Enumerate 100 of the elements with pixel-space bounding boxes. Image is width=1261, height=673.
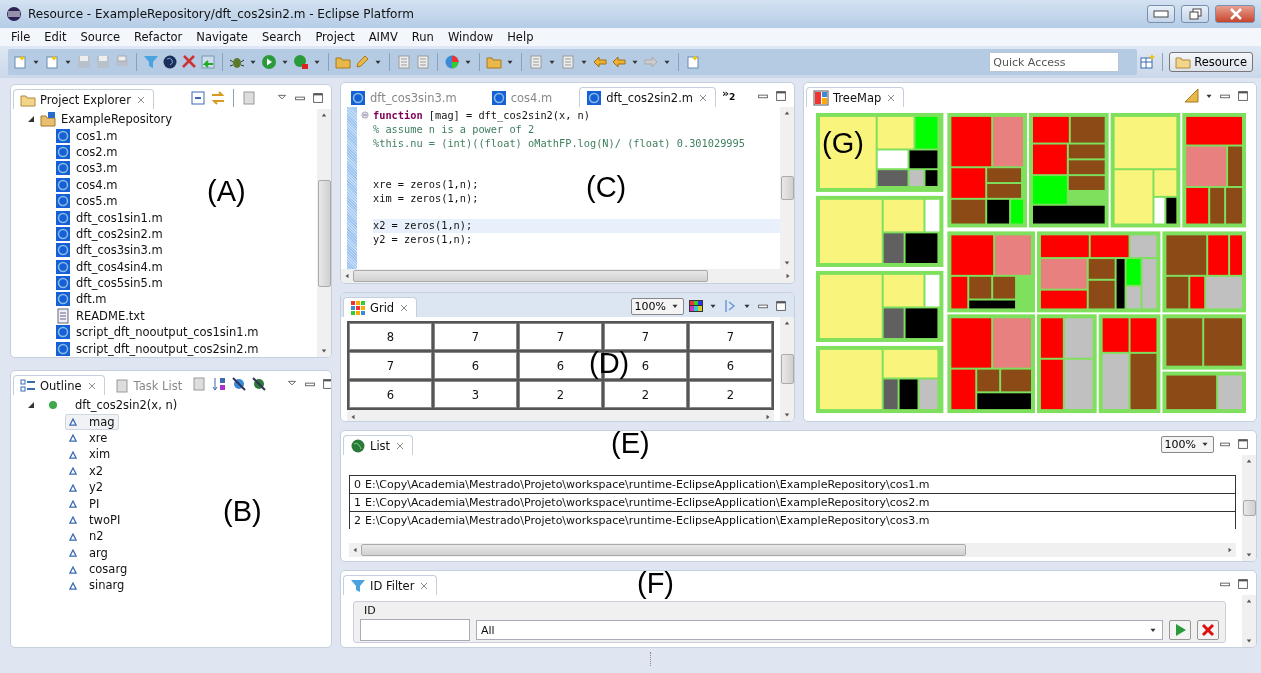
- expanded-arrow-icon[interactable]: [27, 401, 35, 410]
- tree-item[interactable]: dft_cos2sin2(x, n): [75, 398, 178, 413]
- document-icon[interactable]: [415, 54, 431, 70]
- variable-item[interactable]: x2: [65, 462, 108, 479]
- category-dropdown[interactable]: All: [476, 620, 1163, 640]
- maximize-icon[interactable]: [1236, 89, 1250, 103]
- fold-icon[interactable]: [360, 110, 370, 120]
- tree-item[interactable]: ExampleRepository: [61, 112, 173, 127]
- menu-item[interactable]: Help: [500, 30, 541, 44]
- menu-item[interactable]: AIMV: [361, 30, 405, 44]
- vertical-scrollbar[interactable]: [780, 107, 794, 269]
- tree-item[interactable]: dft_cos5sin5.m: [76, 276, 163, 291]
- close-button[interactable]: [1215, 5, 1255, 23]
- menu-item[interactable]: Edit: [37, 30, 74, 44]
- maximize-icon[interactable]: [1236, 437, 1250, 451]
- link-editor-icon[interactable]: [210, 90, 226, 106]
- tree-item[interactable]: dft_cos3sin3.m: [76, 243, 163, 258]
- vertical-scrollbar[interactable]: [1242, 595, 1256, 647]
- tree-item[interactable]: cos1.m: [76, 128, 118, 143]
- open-perspective-icon[interactable]: [1140, 54, 1157, 70]
- hide-static-icon[interactable]: [251, 376, 268, 392]
- view-tab[interactable]: Project Explorer: [13, 89, 154, 109]
- variable-item[interactable]: xre: [65, 429, 112, 446]
- variable-item[interactable]: y2: [65, 479, 108, 496]
- menu-item[interactable]: Window: [440, 30, 501, 44]
- variable-item[interactable]: cosarg: [65, 561, 132, 578]
- maximize-icon[interactable]: [774, 299, 788, 313]
- tree-item[interactable]: README.txt: [76, 308, 145, 323]
- zoom-dropdown[interactable]: 100%: [1160, 435, 1214, 453]
- horizontal-scrollbar[interactable]: [347, 410, 774, 421]
- variable-item[interactable]: arg: [65, 544, 112, 561]
- tree-item[interactable]: dft.m: [76, 292, 107, 307]
- tree-item[interactable]: dft_cos2sin2.m: [76, 226, 163, 241]
- ruler-icon[interactable]: [1184, 88, 1200, 104]
- tree-item[interactable]: dft_cos1sin1.m: [76, 210, 163, 225]
- tree-item[interactable]: script_dft_nooutput_cos2sin2.m: [76, 341, 259, 356]
- menu-item[interactable]: Source: [73, 30, 128, 44]
- view-tab[interactable]: TreeMap: [806, 87, 905, 107]
- tree-item[interactable]: cos5.m: [76, 194, 118, 209]
- scrollbar-thumb[interactable]: [361, 544, 967, 556]
- editor-tab[interactable]: dft_cos3sin3.m: [343, 87, 464, 107]
- maximize-icon[interactable]: [311, 91, 325, 105]
- import-icon[interactable]: [200, 54, 216, 70]
- tree-item[interactable]: cos3.m: [76, 161, 118, 176]
- more-tabs-button[interactable]: »$_{2}$: [722, 87, 736, 103]
- play-icon[interactable]: [261, 54, 277, 70]
- variable-item[interactable]: sinarg: [65, 577, 129, 594]
- apply-button[interactable]: [1169, 620, 1191, 640]
- quick-access-field[interactable]: Quick Access: [989, 52, 1120, 72]
- list-row[interactable]: 1 E:\Copy\Academia\Mestrado\Projeto\workspace\runtime-EclipseApplication\ExampleRepository\cos2.m: [349, 493, 1236, 511]
- menu-item[interactable]: Run: [404, 30, 441, 44]
- editor-tab[interactable]: dft_cos2sin2.m: [579, 87, 716, 107]
- run-tool-icon[interactable]: [293, 54, 309, 70]
- variable-item[interactable]: mag: [65, 413, 119, 430]
- scrollbar-thumb[interactable]: [780, 176, 794, 200]
- vertical-scrollbar[interactable]: [1242, 455, 1256, 561]
- vertical-scrollbar[interactable]: [780, 317, 794, 421]
- variable-item[interactable]: xim: [65, 446, 115, 463]
- menu-item[interactable]: Refactor: [127, 30, 190, 44]
- tree-item[interactable]: cos2.m: [76, 144, 118, 159]
- scrollbar-thumb[interactable]: [1242, 500, 1256, 516]
- horizontal-scrollbar[interactable]: [341, 269, 794, 283]
- vertical-scrollbar[interactable]: [317, 109, 331, 357]
- palette-icon[interactable]: [688, 298, 704, 314]
- view-tab[interactable]: List: [343, 435, 414, 455]
- view-tab[interactable]: ID Filter: [343, 575, 438, 595]
- view-tab[interactable]: Outline: [13, 375, 105, 395]
- scrollbar-thumb[interactable]: [317, 179, 331, 287]
- folder-icon[interactable]: [335, 54, 351, 70]
- sort-icon[interactable]: [211, 376, 228, 392]
- maximize-icon[interactable]: [774, 89, 788, 103]
- tree-item[interactable]: script_dft_nooutput_cos1sin1.m: [76, 325, 259, 340]
- menu-item[interactable]: File: [4, 30, 38, 44]
- maximize-icon[interactable]: [321, 377, 331, 391]
- variable-item[interactable]: n2: [65, 528, 108, 545]
- document-icon[interactable]: [396, 54, 412, 70]
- id-input-field[interactable]: [360, 619, 470, 641]
- globe-icon[interactable]: [162, 54, 178, 70]
- view-tab[interactable]: Grid: [343, 297, 418, 317]
- menu-item[interactable]: Navigate: [189, 30, 255, 44]
- maximize-icon[interactable]: [1236, 577, 1250, 591]
- expanded-arrow-icon[interactable]: [27, 115, 35, 124]
- variable-item[interactable]: twoPI: [65, 511, 125, 528]
- collapse-all-icon[interactable]: [190, 90, 206, 106]
- list-row[interactable]: 0 E:\Copy\Academia\Mestrado\Projeto\workspace\runtime-EclipseApplication\ExampleRepository\cos1.m: [349, 475, 1236, 493]
- view-tab[interactable]: Task List: [106, 375, 190, 395]
- restore-button[interactable]: [1181, 5, 1209, 23]
- minimize-button[interactable]: [1147, 5, 1175, 23]
- editor-tab[interactable]: cos4.m: [483, 87, 560, 107]
- list-row[interactable]: 2 E:\Copy\Academia\Mestrado\Projeto\workspace\runtime-EclipseApplication\ExampleRepository\cos3.m: [349, 511, 1236, 529]
- tree-item[interactable]: dft_cos4sin4.m: [76, 259, 163, 274]
- scrollbar-thumb[interactable]: [353, 270, 709, 282]
- perspective-button[interactable]: Resource: [1169, 52, 1253, 72]
- variable-item[interactable]: PI: [65, 495, 104, 512]
- new-file-icon[interactable]: [685, 54, 701, 70]
- menu-item[interactable]: Search: [254, 30, 309, 44]
- tree-item[interactable]: cos4.m: [76, 177, 118, 192]
- menu-item[interactable]: Project: [308, 30, 362, 44]
- horizontal-scrollbar[interactable]: [349, 543, 1236, 557]
- zoom-dropdown[interactable]: 100%: [630, 297, 684, 315]
